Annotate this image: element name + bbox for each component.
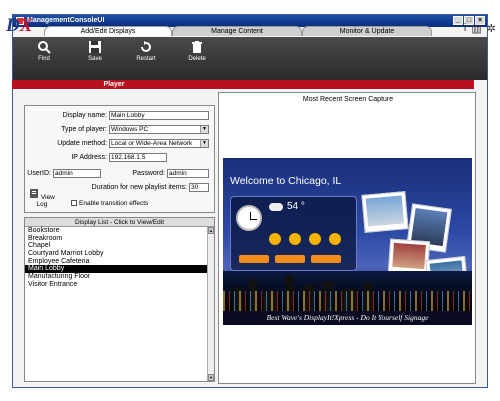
checkbox-box[interactable] — [71, 200, 77, 207]
tab-monitor-update[interactable]: Monitor & Update — [302, 26, 432, 36]
ip-field[interactable]: 192.168.1.5 — [109, 153, 167, 162]
top-icon-group: i ▥ ✲ — [464, 22, 496, 35]
list-item[interactable]: Chapel — [25, 242, 214, 250]
list-scrollbar[interactable]: ▲ ▼ — [207, 227, 214, 381]
player-settings-panel: Display name: Main Lobby Type of player:… — [24, 105, 215, 213]
save-label: Save — [88, 56, 102, 62]
log-icon — [30, 189, 39, 198]
weather-widget: 54 ° — [230, 196, 357, 271]
display-name-label: Display name: — [62, 112, 107, 119]
view-log-label: View Log — [36, 194, 55, 208]
photo-thumbnail — [361, 191, 409, 233]
view-log-button[interactable]: View Log — [27, 188, 57, 208]
restart-button[interactable]: Restart — [131, 40, 161, 62]
temperature: 54 ° — [287, 201, 305, 212]
save-button[interactable]: Save — [80, 40, 110, 62]
list-item[interactable]: Employee Cafeteria — [25, 258, 214, 266]
userid-label: UserID: — [27, 170, 51, 177]
player-section-header: Player — [12, 80, 216, 89]
ip-label: IP Address: — [71, 154, 107, 161]
list-item[interactable]: Breakroom — [25, 235, 214, 243]
restart-label: Restart — [136, 56, 156, 62]
book-icon[interactable]: ▥ — [471, 22, 481, 35]
tab-bar: Add/Edit Displays Manage Content Monitor… — [44, 26, 432, 36]
transition-effects-checkbox[interactable]: Enable transition effects — [71, 200, 148, 207]
floppy-icon — [89, 41, 101, 53]
display-list-panel: Display List - Click to View/Edit Bookst… — [24, 217, 215, 382]
delete-button[interactable]: Delete — [182, 40, 212, 62]
find-button[interactable]: Find — [29, 40, 59, 62]
signage-tagline: Best Wave's DisplayIt!Xpress - Do It You… — [223, 311, 472, 325]
find-label: Find — [38, 56, 50, 62]
duration-field[interactable]: 30 — [189, 183, 209, 192]
cloud-icon — [269, 203, 283, 211]
chevron-down-icon: ▼ — [200, 126, 208, 133]
duration-label: Duration for new playlist items: — [91, 184, 187, 191]
clock-icon — [236, 205, 262, 231]
tab-manage-content[interactable]: Manage Content — [172, 26, 302, 36]
update-method-label: Update method: — [57, 140, 107, 147]
chevron-down-icon: ▼ — [200, 140, 208, 147]
tab-add-edit-displays[interactable]: Add/Edit Displays — [44, 26, 172, 36]
magnifier-icon — [38, 41, 51, 54]
info-icon[interactable]: i — [464, 22, 466, 35]
info-bar — [311, 255, 341, 263]
sun-icon — [289, 233, 301, 245]
sun-icon — [269, 233, 281, 245]
display-name-field[interactable]: Main Lobby — [109, 111, 209, 120]
scroll-down-icon[interactable]: ▼ — [208, 374, 214, 381]
list-item[interactable]: Courtyard Marriot Lobby — [25, 250, 214, 258]
display-list-header: Display List - Click to View/Edit — [25, 218, 214, 227]
welcome-text: Welcome to Chicago, IL — [230, 175, 342, 187]
screen-capture-title: Most Recent Screen Capture — [302, 96, 394, 103]
delete-label: Delete — [188, 56, 206, 62]
userid-field[interactable]: admin — [53, 169, 101, 178]
player-type-value: Windows PC — [111, 126, 149, 133]
screen-capture-image: Welcome to Chicago, IL 54 ° Best Wave's … — [223, 158, 472, 325]
list-item[interactable]: Visitor Entrance — [25, 281, 214, 289]
capture-section-header — [216, 80, 474, 89]
password-label: Password: — [132, 170, 165, 177]
window-title: ManagementConsoleUI — [27, 17, 105, 24]
city-skyline — [223, 271, 472, 311]
minimize-button[interactable]: _ — [453, 16, 463, 25]
toolbar: Find Save Restart Delete — [13, 37, 487, 80]
dx-logo: DX — [6, 15, 33, 36]
info-bar — [239, 255, 269, 263]
info-bar — [275, 255, 305, 263]
list-item-selected[interactable]: Main Lobby — [25, 265, 214, 274]
sun-icon — [309, 233, 321, 245]
player-type-select[interactable]: Windows PC ▼ — [109, 125, 209, 134]
list-item[interactable]: Bookstore — [25, 227, 214, 235]
password-field[interactable]: admin — [167, 169, 209, 178]
photo-thumbnail — [387, 238, 431, 276]
restart-icon — [141, 41, 151, 52]
trash-icon — [192, 41, 202, 53]
list-item[interactable]: Manufacturing Floor — [25, 273, 214, 281]
scroll-up-icon[interactable]: ▲ — [208, 227, 214, 234]
transition-effects-label: Enable transition effects — [79, 200, 149, 207]
sun-icon — [329, 233, 341, 245]
update-method-value: Local or Wide-Area Network — [111, 140, 193, 147]
gear-icon[interactable]: ✲ — [487, 22, 496, 35]
update-method-select[interactable]: Local or Wide-Area Network ▼ — [109, 139, 209, 148]
player-type-label: Type of player: — [61, 126, 107, 133]
